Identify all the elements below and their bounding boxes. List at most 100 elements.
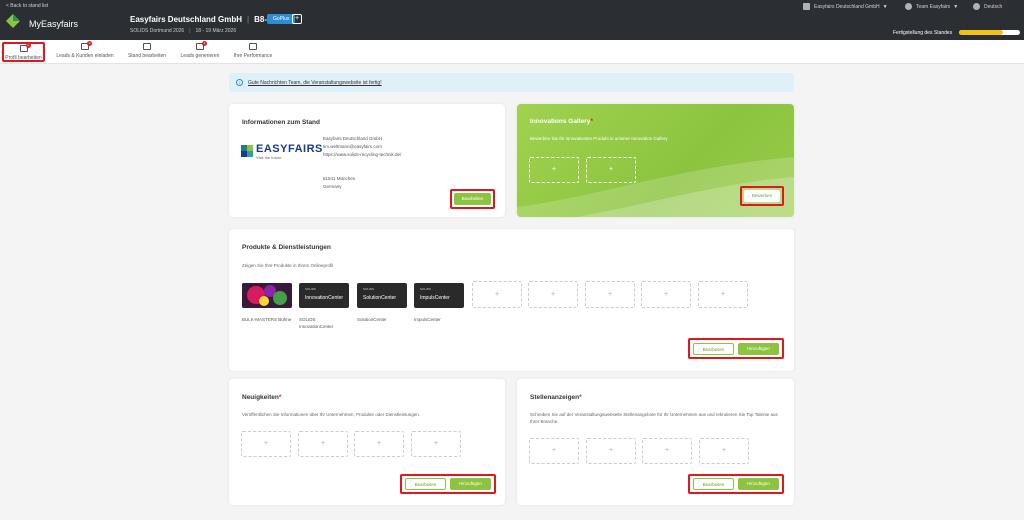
tab-ihre-performance[interactable]: Ihre Performance — [230, 42, 276, 62]
tab-label: Ihre Performance — [233, 53, 273, 59]
required-marker: * — [590, 118, 593, 125]
news-slot-empty[interactable]: + — [411, 431, 461, 457]
stand-progress-fill — [959, 30, 1003, 35]
event-name: SOLIDS Dortmund 2026 — [130, 28, 185, 34]
thumb-brand: SOLIDS — [363, 287, 375, 291]
news-edit-button[interactable]: Bearbeiten — [405, 478, 446, 490]
jobs-action-highlight: Bearbeiten Hinzufügen — [688, 474, 784, 494]
required-marker: * — [579, 394, 582, 401]
tab-badge: 1 — [202, 41, 207, 46]
tab-label: Profil bearbeiten — [5, 55, 42, 61]
tab-profil-bearbeiten[interactable]: 1 Profil bearbeiten — [2, 42, 45, 62]
news-title-text: Neuigkeiten — [242, 394, 279, 401]
product-label-innovationcenter: SOLIDS InnovationCenter — [299, 317, 334, 329]
company-switcher[interactable]: Easyfairs Deutschland GmbH ▼ — [803, 3, 888, 10]
info-banner: i Gute Nachrichten Team, die Veranstaltu… — [229, 73, 794, 92]
jobs-slot-empty[interactable]: + — [586, 438, 636, 464]
event-dates: 18 - 19 März 2026 — [195, 28, 237, 34]
product-thumb-impulscenter[interactable]: SOLIDS ImpulsCenter — [414, 283, 464, 308]
company-name: Easyfairs Deutschland GmbH — [130, 15, 243, 24]
info-icon: i — [236, 79, 243, 86]
user-icon — [905, 3, 912, 10]
required-marker: * — [278, 394, 282, 401]
thumb-brand: SOLIDS — [420, 287, 432, 291]
chevron-down-icon: ▼ — [882, 3, 888, 10]
users-icon: 1 — [196, 41, 207, 50]
thumb-title: ImpulsCenter — [420, 295, 450, 301]
product-thumb-bulk-masters[interactable] — [242, 283, 292, 308]
jobs-slot-empty[interactable]: + — [699, 438, 749, 464]
easyfairs-logo-icon — [241, 145, 253, 157]
team-label: Team Easyfairs — [916, 3, 951, 10]
gallery-apply-button[interactable]: Bewerben — [744, 190, 780, 202]
stand-info-title: Informationen zum Stand — [242, 119, 320, 126]
globe-icon — [973, 3, 980, 10]
product-label-impulscenter: ImpulsCenter — [414, 317, 441, 322]
news-add-button[interactable]: Hinzufügen — [450, 478, 491, 490]
jobs-add-button[interactable]: Hinzufügen — [738, 478, 779, 490]
upgrade-plan-button[interactable]: + — [292, 14, 302, 24]
stand-contact-details: Easyfairs Deutschland GmbH tim.weltmann@… — [323, 135, 401, 191]
contact-website: https://www.solids-recycling-technik.de/ — [323, 152, 402, 157]
news-title: Neuigkeiten* — [242, 394, 281, 401]
news-action-highlight: Bearbeiten Hinzufügen — [400, 474, 496, 494]
news-slot-empty[interactable]: + — [241, 431, 291, 457]
gallery-slot-1[interactable]: + — [529, 157, 579, 183]
jobs-edit-button[interactable]: Bearbeiten — [693, 478, 734, 490]
language-label: Deutsch — [984, 3, 1003, 10]
stand-icon — [143, 43, 151, 50]
product-label-bulk-masters: BULK-MASTERS Bühne — [242, 317, 292, 322]
product-slot-empty[interactable]: + — [528, 281, 578, 308]
product-thumb-solutioncenter[interactable]: SOLIDS SolutionCenter — [357, 283, 407, 308]
tab-label: Leads generieren — [180, 53, 220, 59]
jobs-title: Stellenanzeigen* — [530, 394, 582, 401]
gallery-description: Bewerben Sie Ihr innovativsten Produkt i… — [530, 136, 668, 141]
jobs-description: Schreiben Sie auf der Veranstaltungswebs… — [530, 412, 778, 424]
products-description: Zeigen Sie Ihre Produkte in Ihrem Online… — [242, 263, 334, 268]
main-tab-bar: 1 Profil bearbeiten 2 Leads & Kunden ein… — [0, 40, 1024, 64]
profile-card-icon: 1 — [19, 43, 31, 52]
logo-tagline: Visit the future — [256, 155, 282, 160]
chevron-down-icon: ▼ — [953, 3, 959, 10]
stand-info-edit-button[interactable]: Bearbeiten — [454, 193, 491, 205]
tab-stand-bearbeiten[interactable]: Stand bearbeiten — [124, 42, 170, 62]
top-header: < Back to stand list MyEasyfairs Easyfai… — [0, 0, 1024, 40]
exhibitor-name: Easyfairs Deutschland GmbH|B8-7A| — [130, 15, 284, 24]
product-image — [242, 283, 292, 308]
jobs-slot-empty[interactable]: + — [642, 438, 692, 464]
products-add-button[interactable]: Hinzufügen — [738, 343, 779, 355]
company-logo: EASYFAIRS Visit the future — [241, 143, 323, 160]
product-slot-empty[interactable]: + — [641, 281, 691, 308]
company-switcher-label: Easyfairs Deutschland GmbH — [814, 3, 880, 10]
news-slot-empty[interactable]: + — [354, 431, 404, 457]
logo-wordmark: EASYFAIRS — [256, 143, 323, 155]
product-slot-empty[interactable]: + — [472, 281, 522, 308]
product-label-solutioncenter: SolutionCenter — [357, 317, 387, 322]
products-edit-button[interactable]: Bearbeiten — [693, 343, 734, 355]
products-action-highlight: Bearbeiten Hinzufügen — [688, 338, 784, 359]
banner-link[interactable]: Gute Nachrichten Team, die Veranstaltung… — [248, 80, 382, 86]
jobs-slot-empty[interactable]: + — [529, 438, 579, 464]
back-to-stand-list-link[interactable]: < Back to stand list — [6, 3, 48, 9]
tab-leads-generieren[interactable]: 1 Leads generieren — [177, 41, 223, 62]
thumb-brand: SOLIDS — [305, 287, 317, 291]
gallery-title-text: Innovations Gallery — [530, 118, 591, 125]
news-slot-empty[interactable]: + — [298, 431, 348, 457]
product-slot-empty[interactable]: + — [585, 281, 635, 308]
tab-label: Leads & Kunden einladen — [56, 53, 114, 59]
gallery-slot-2[interactable]: + — [586, 157, 636, 183]
thumb-title: SolutionCenter — [363, 295, 397, 301]
thumb-title: InnovationCenter — [305, 295, 344, 301]
stand-progress-label: Fertigstellung des Standes — [893, 30, 953, 36]
tab-leads-kunden-einladen[interactable]: 2 Leads & Kunden einladen — [52, 41, 118, 62]
stand-info-action-highlight: Bearbeiten — [450, 189, 495, 209]
tab-badge: 2 — [87, 41, 92, 46]
product-thumb-innovationcenter[interactable]: SOLIDS InnovationCenter — [299, 283, 349, 308]
news-description: Veröffentlichen Sie Informationen über I… — [242, 412, 421, 417]
language-switcher[interactable]: Deutsch — [973, 3, 1002, 10]
event-info: SOLIDS Dortmund 2026 | 18 - 19 März 2026 — [130, 28, 237, 34]
tab-badge: 1 — [25, 43, 31, 48]
team-switcher[interactable]: Team Easyfairs ▼ — [905, 3, 958, 10]
product-slot-empty[interactable]: + — [698, 281, 748, 308]
mail-icon: 2 — [81, 41, 92, 50]
